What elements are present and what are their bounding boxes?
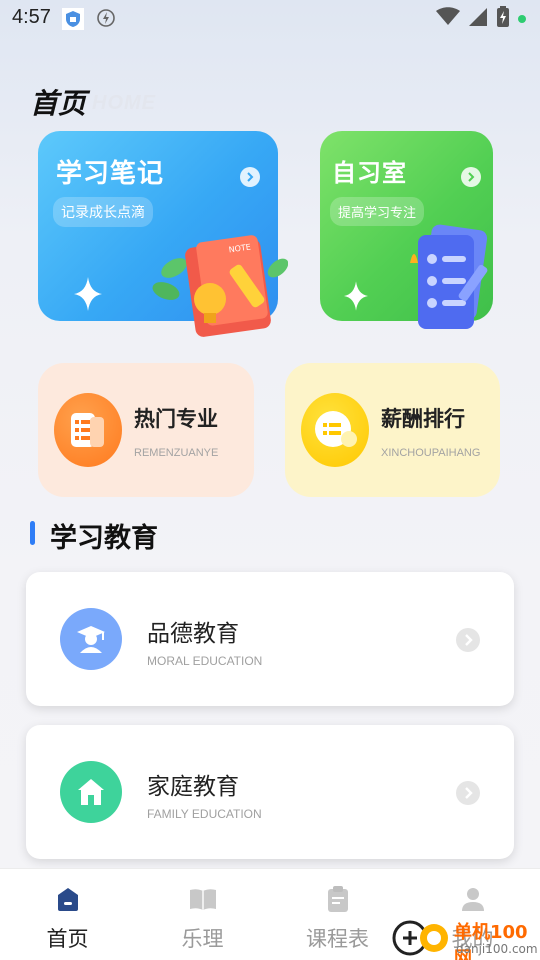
notification-dot [518, 15, 526, 23]
tab-schedule-label: 课程表 [306, 927, 369, 951]
salary-ranking-subtitle: XINCHOUPAIHANG [381, 447, 481, 459]
section-title: 学习教育 [50, 523, 158, 554]
tab-home-label: 首页 [46, 927, 89, 951]
tab-music-theory-label: 乐理 [181, 927, 224, 951]
study-room-subtitle: 提高学习专注 [330, 197, 425, 226]
chevron-right-icon[interactable] [456, 628, 480, 652]
moral-education-subtitle: MORAL EDUCATION [147, 654, 263, 668]
battery-icon [496, 6, 510, 32]
family-education-card[interactable]: 家庭教育 FAMILY EDUCATION [26, 725, 514, 859]
section-accent-bar [30, 521, 35, 545]
salary-ranking-title: 薪酬排行 [381, 407, 465, 431]
salary-ranking-card[interactable]: 薪酬排行 XINCHOUPAIHANG [285, 363, 500, 497]
watermark-url: danji100.com [456, 942, 538, 956]
status-time: 4:57 [12, 6, 51, 28]
watermark-logo-icon [392, 920, 448, 956]
book-icon [187, 883, 219, 915]
graduate-icon [60, 608, 122, 670]
site-watermark: 单机100网 danji100.com [390, 916, 540, 960]
tab-schedule[interactable]: 课程表 [270, 869, 405, 960]
moral-education-title: 品德教育 [147, 621, 239, 647]
chevron-right-icon [461, 167, 481, 187]
document-list-icon [54, 393, 122, 467]
study-room-card[interactable]: 自习室 提高学习专注 [320, 131, 493, 329]
notebook-illustration-icon: NOTE [148, 223, 289, 347]
signal-icon [468, 7, 488, 31]
status-bar: 4:57 [0, 0, 540, 36]
tab-music-theory[interactable]: 乐理 [135, 869, 270, 960]
sparkle-icon [74, 277, 102, 315]
study-notes-title: 学习笔记 [56, 159, 165, 189]
chat-bubble-icon [301, 393, 369, 467]
chevron-right-icon [240, 167, 260, 187]
title-watermark: HOME [92, 92, 156, 114]
security-shield-icon [62, 8, 84, 34]
checklist-illustration-icon [404, 223, 496, 339]
flash-circle-icon [96, 8, 116, 32]
hot-majors-title: 热门专业 [134, 407, 218, 431]
family-education-title: 家庭教育 [147, 774, 239, 800]
user-icon [457, 883, 489, 915]
wifi-icon [436, 7, 460, 31]
chevron-right-icon[interactable] [456, 781, 480, 805]
tab-home[interactable]: 首页 [0, 869, 135, 960]
clipboard-icon [322, 883, 354, 915]
sparkle-icon [344, 281, 368, 315]
family-education-subtitle: FAMILY EDUCATION [147, 807, 262, 821]
moral-education-card[interactable]: 品德教育 MORAL EDUCATION [26, 572, 514, 706]
study-room-title: 自习室 [332, 159, 407, 187]
study-notes-subtitle: 记录成长点滴 [53, 197, 153, 227]
page-title: 首页 [30, 87, 87, 120]
home-icon [52, 883, 84, 915]
hot-majors-card[interactable]: 热门专业 REMENZUANYE [38, 363, 254, 497]
hot-majors-subtitle: REMENZUANYE [134, 447, 219, 459]
study-notes-card[interactable]: 学习笔记 记录成长点滴 NOTE [38, 131, 289, 337]
house-icon [60, 761, 122, 823]
